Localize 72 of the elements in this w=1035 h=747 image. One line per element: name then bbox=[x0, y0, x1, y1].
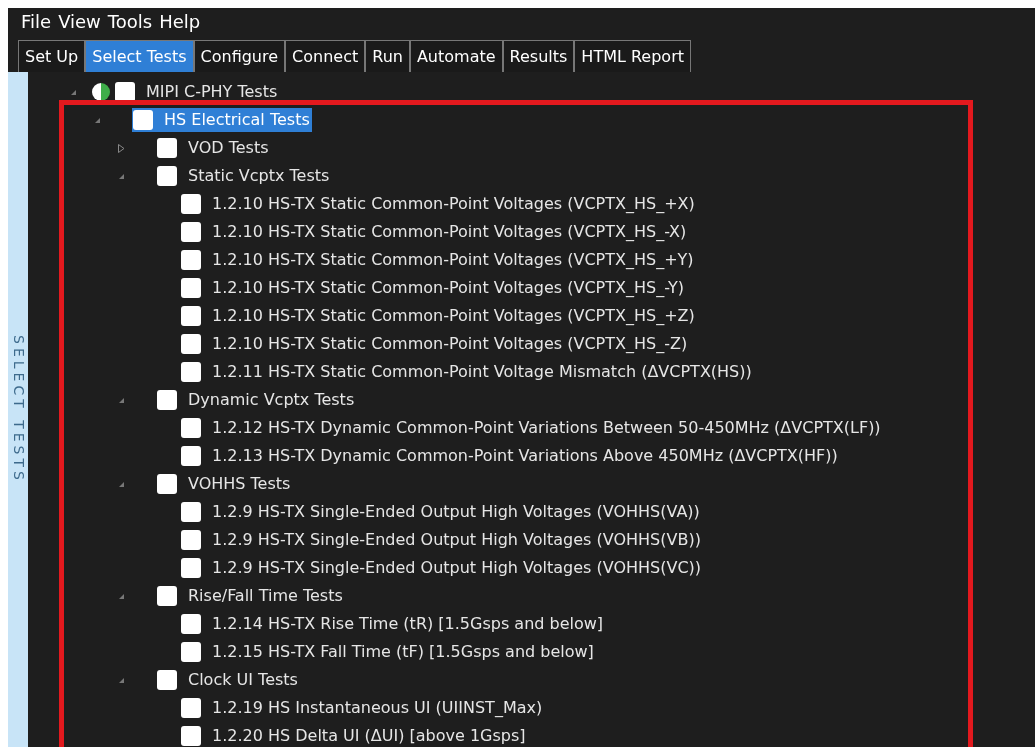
checkbox[interactable] bbox=[181, 698, 201, 718]
checkbox[interactable] bbox=[157, 138, 177, 158]
checkbox[interactable] bbox=[115, 82, 135, 102]
tab[interactable]: Configure bbox=[193, 40, 286, 72]
checkbox[interactable] bbox=[133, 110, 153, 130]
tree-item-label[interactable]: 1.2.10 HS-TX Static Common-Point Voltages (VCPTX_HS_-Z) bbox=[212, 332, 690, 356]
tab[interactable]: Automate bbox=[409, 40, 503, 72]
tree-item-label[interactable]: MIPI C-PHY Tests bbox=[146, 80, 280, 104]
checkbox[interactable] bbox=[181, 642, 201, 662]
tree-item-label[interactable]: HS Electrical Tests bbox=[164, 108, 312, 132]
checkbox[interactable] bbox=[181, 726, 201, 746]
collapse-arrow-icon[interactable] bbox=[94, 117, 100, 123]
tab[interactable]: Connect bbox=[285, 40, 366, 72]
collapse-arrow-icon[interactable] bbox=[118, 481, 124, 487]
tree-item-label[interactable]: 1.2.10 HS-TX Static Common-Point Voltages (VCPTX_HS_-Y) bbox=[212, 276, 687, 300]
checkbox[interactable] bbox=[157, 474, 177, 494]
menu-item[interactable]: Tools bbox=[107, 13, 153, 31]
tree-item-label[interactable]: 1.2.10 HS-TX Static Common-Point Voltages (VCPTX_HS_-X) bbox=[212, 220, 689, 244]
tab[interactable]: Select Tests bbox=[85, 40, 194, 72]
tree-item-label[interactable]: 1.2.10 HS-TX Static Common-Point Voltages (VCPTX_HS_+Y) bbox=[212, 248, 696, 272]
expand-arrow-icon[interactable] bbox=[117, 143, 125, 153]
tree-item-label[interactable]: 1.2.10 HS-TX Static Common-Point Voltages (VCPTX_HS_+X) bbox=[212, 192, 697, 216]
checkbox[interactable] bbox=[181, 446, 201, 466]
checkbox[interactable] bbox=[157, 586, 177, 606]
tab[interactable]: Set Up bbox=[18, 40, 86, 72]
checkbox[interactable] bbox=[157, 166, 177, 186]
checkbox[interactable] bbox=[157, 390, 177, 410]
tree-item-label[interactable]: 1.2.10 HS-TX Static Common-Point Voltages (VCPTX_HS_+Z) bbox=[212, 304, 697, 328]
collapse-arrow-icon[interactable] bbox=[70, 89, 76, 95]
checkbox[interactable] bbox=[181, 194, 201, 214]
checkbox[interactable] bbox=[181, 418, 201, 438]
tree-item-label[interactable]: Dynamic Vcptx Tests bbox=[188, 388, 357, 412]
checkbox[interactable] bbox=[181, 362, 201, 382]
checkbox[interactable] bbox=[181, 278, 201, 298]
tree-item-label[interactable]: 1.2.12 HS-TX Dynamic Common-Point Variations Between 50-450MHz (ΔVCPTX(LF)) bbox=[212, 416, 883, 440]
checkbox[interactable] bbox=[181, 530, 201, 550]
menu-item[interactable]: File bbox=[21, 13, 52, 31]
tree-item-label[interactable]: 1.2.13 HS-TX Dynamic Common-Point Variations Above 450MHz (ΔVCPTX(HF)) bbox=[212, 444, 840, 468]
collapse-arrow-icon[interactable] bbox=[118, 173, 124, 179]
checkbox[interactable] bbox=[181, 306, 201, 326]
selected-tree-row[interactable]: HS Electrical Tests bbox=[132, 108, 312, 132]
tab[interactable]: Run bbox=[365, 40, 410, 72]
tree-item-label[interactable]: 1.2.9 HS-TX Single-Ended Output High Voltages (VOHHS(VB)) bbox=[212, 528, 703, 552]
checkbox[interactable] bbox=[157, 670, 177, 690]
tree-item-label[interactable]: 1.2.9 HS-TX Single-Ended Output High Voltages (VOHHS(VA)) bbox=[212, 500, 702, 524]
tree-item-label[interactable]: VOD Tests bbox=[188, 136, 271, 160]
tab[interactable]: HTML Report bbox=[574, 40, 691, 72]
tree-item-label[interactable]: 1.2.14 HS-TX Rise Time (tR) [1.5Gsps and below] bbox=[212, 612, 606, 636]
tree-item-label[interactable]: 1.2.20 HS Delta UI (ΔUI) [above 1Gsps] bbox=[212, 724, 528, 747]
side-panel-label: SELECT TESTS bbox=[9, 335, 28, 484]
checkbox[interactable] bbox=[181, 334, 201, 354]
tab[interactable]: Results bbox=[502, 40, 575, 72]
checkbox[interactable] bbox=[181, 250, 201, 270]
tree-item-label[interactable]: 1.2.11 HS-TX Static Common-Point Voltage Mismatch (ΔVCPTX(HS)) bbox=[212, 360, 754, 384]
tree-item-label[interactable]: 1.2.19 HS Instantaneous UI (UIINST_Max) bbox=[212, 696, 545, 720]
tree-item-label[interactable]: Clock UI Tests bbox=[188, 668, 300, 692]
checkbox[interactable] bbox=[181, 558, 201, 578]
tree-item-label[interactable]: Rise/Fall Time Tests bbox=[188, 584, 345, 608]
collapse-arrow-icon[interactable] bbox=[118, 593, 124, 599]
menu-item[interactable]: View bbox=[58, 13, 101, 31]
checkbox[interactable] bbox=[181, 502, 201, 522]
status-icon bbox=[92, 83, 110, 101]
tree-item-label[interactable]: Static Vcptx Tests bbox=[188, 164, 332, 188]
menu-item[interactable]: Help bbox=[159, 13, 201, 31]
collapse-arrow-icon[interactable] bbox=[118, 397, 124, 403]
tree-item-label[interactable]: 1.2.15 HS-TX Fall Time (tF) [1.5Gsps and below] bbox=[212, 640, 596, 664]
tree-item-label[interactable]: VOHHS Tests bbox=[188, 472, 293, 496]
checkbox[interactable] bbox=[181, 614, 201, 634]
checkbox[interactable] bbox=[181, 222, 201, 242]
tree-item-label[interactable]: 1.2.9 HS-TX Single-Ended Output High Voltages (VOHHS(VC)) bbox=[212, 556, 704, 580]
side-panel-tab[interactable]: SELECT TESTS bbox=[8, 72, 28, 747]
collapse-arrow-icon[interactable] bbox=[118, 677, 124, 683]
